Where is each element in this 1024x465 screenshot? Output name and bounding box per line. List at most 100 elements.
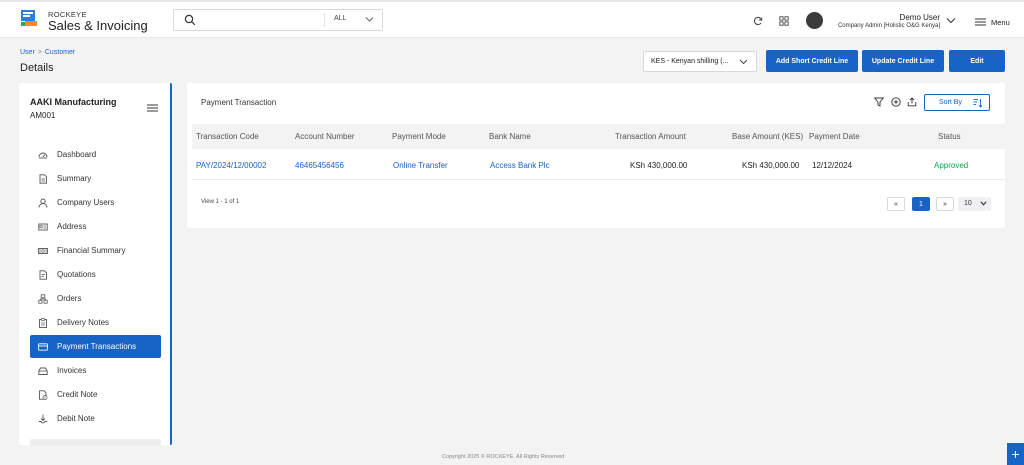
chevron-down-icon[interactable] <box>365 16 374 23</box>
payment-date: 12/12/2024 <box>812 161 853 170</box>
sidebar-item-label: Company Users <box>57 198 115 207</box>
sidebar-item-credit-note[interactable]: Credit Note <box>30 383 161 406</box>
page-title: Details <box>20 62 54 74</box>
chevron-down-icon[interactable] <box>946 17 956 24</box>
menu-button-label[interactable]: Menu <box>991 18 1010 27</box>
sort-by-button[interactable]: Sort By <box>924 94 990 111</box>
sidebar-item-label: Invoices <box>57 366 87 375</box>
sidebar-item-label: Quotations <box>57 270 96 279</box>
dashboard-icon <box>38 152 48 158</box>
credit-note-icon <box>39 389 48 400</box>
column-header[interactable]: Base Amount (KES) <box>732 132 803 141</box>
column-header[interactable]: Status <box>938 132 961 141</box>
card-title: Payment Transaction <box>201 98 277 107</box>
sidebar-item-label: Financial Summary <box>57 246 126 255</box>
document-icon <box>39 173 47 184</box>
debit-note-icon <box>38 414 48 423</box>
sidebar-item-delivery-notes[interactable]: Delivery Notes <box>30 311 161 334</box>
sidebar-item-dashboard[interactable]: Dashboard <box>30 143 161 166</box>
base-amount: KSh 430,000.00 <box>742 161 800 170</box>
edit-button[interactable]: Edit <box>949 50 1005 72</box>
payment-transaction-card: Payment Transaction Sort By Transaction … <box>187 83 1005 228</box>
sidebar-item-label: Delivery Notes <box>57 318 110 327</box>
bank-name-link[interactable]: Access Bank Plc <box>490 161 550 170</box>
sidebar-item-label: Summary <box>57 174 92 183</box>
sidebar-scroll-edge <box>30 439 161 445</box>
breadcrumb-separator: > <box>37 49 42 56</box>
status-badge: Approved <box>934 161 969 170</box>
search-divider <box>324 13 325 27</box>
column-header[interactable]: Transaction Code <box>196 132 259 141</box>
user-icon <box>38 198 48 208</box>
invoice-icon <box>38 367 48 375</box>
company-name: AAKI Manufacturing <box>30 97 117 107</box>
address-card-icon <box>38 223 48 230</box>
sidebar-item-orders[interactable]: Orders <box>30 287 161 310</box>
column-header[interactable]: Account Number <box>295 132 355 141</box>
footer-copyright: Copyright 2025 © ROCKEYE. All Rights Res… <box>442 454 565 460</box>
apps-grid-icon[interactable] <box>779 16 789 26</box>
column-header[interactable]: Bank Name <box>489 132 531 141</box>
search-filter-select[interactable]: ALL <box>334 15 346 22</box>
sidebar-item-payment-transactions[interactable]: Payment Transactions <box>30 335 161 358</box>
hamburger-icon[interactable] <box>975 18 986 26</box>
credit-card-icon <box>38 342 48 351</box>
company-code: AM001 <box>30 111 56 120</box>
user-name[interactable]: Demo User <box>900 13 940 22</box>
pagination-prev-button[interactable]: « <box>887 197 905 211</box>
column-header[interactable]: Transaction Amount <box>615 132 686 141</box>
sidebar-item-quotations[interactable]: Quotations <box>30 263 161 286</box>
sidebar-item-company-users[interactable]: Company Users <box>30 191 161 214</box>
floating-add-button[interactable]: + <box>1007 443 1024 465</box>
sidebar-item-summary[interactable]: Summary <box>30 167 161 190</box>
sidebar-item-label: Payment Transactions <box>57 342 137 351</box>
table-header: Transaction Code Account Number Payment … <box>192 124 1005 149</box>
sidebar-item-address[interactable]: Address <box>30 215 161 238</box>
search-input[interactable] <box>202 12 322 28</box>
sidebar-item-debit-note[interactable]: Debit Note <box>30 407 161 430</box>
refresh-icon[interactable] <box>753 16 763 26</box>
sidebar-toggle-icon[interactable] <box>147 104 158 112</box>
transaction-amount: KSh 430,000.00 <box>630 161 688 170</box>
sidebar-item-label: Address <box>57 222 87 231</box>
currency-select-value: KES - Kenyan shilling (... <box>651 58 729 65</box>
page-size-value: 10 <box>964 200 972 207</box>
transaction-code-link[interactable]: PAY/2024/12/00002 <box>196 161 266 170</box>
account-number-link[interactable]: 46465456456 <box>295 161 344 170</box>
sidebar-item-label: Debit Note <box>57 414 95 423</box>
avatar[interactable] <box>806 12 823 29</box>
column-header[interactable]: Payment Mode <box>392 132 446 141</box>
global-search[interactable]: ALL <box>173 9 383 31</box>
breadcrumb-item-user[interactable]: User <box>20 49 35 56</box>
sort-icon <box>973 99 983 108</box>
page-size-select[interactable]: 10 <box>958 197 991 211</box>
orders-icon <box>38 293 48 304</box>
export-icon[interactable] <box>907 97 917 107</box>
clipboard-icon <box>39 317 47 328</box>
chevron-down-icon <box>980 201 987 206</box>
row-divider <box>192 179 1005 180</box>
sidebar-item-label: Credit Note <box>57 390 98 399</box>
sidebar-item-label: Dashboard <box>57 150 97 159</box>
pagination-page-1[interactable]: 1 <box>912 197 930 211</box>
sort-by-label: Sort By <box>939 99 962 106</box>
sidebar-item-label: Orders <box>57 294 82 303</box>
currency-select[interactable]: KES - Kenyan shilling (... <box>643 51 757 72</box>
breadcrumb-item-customer[interactable]: Customer <box>45 49 75 56</box>
top-bar: ROCKEYE Sales & Invoicing ALL Demo User … <box>0 0 1024 38</box>
user-role: Company Admin [Holistic O&G Kenya] <box>837 23 940 29</box>
plus-circle-icon[interactable] <box>891 97 901 107</box>
pagination-next-button[interactable]: » <box>936 197 954 211</box>
sidebar-item-invoices[interactable]: Invoices <box>30 359 161 382</box>
view-count: View 1 - 1 of 1 <box>201 199 240 205</box>
update-credit-line-button[interactable]: Update Credit Line <box>862 50 944 72</box>
payment-mode-link[interactable]: Online Transfer <box>393 161 448 170</box>
column-header[interactable]: Payment Date <box>809 132 860 141</box>
sidebar-item-financial-summary[interactable]: Financial Summary <box>30 239 161 262</box>
money-icon <box>38 247 48 254</box>
chevron-down-icon <box>739 59 748 65</box>
app-title: Sales & Invoicing <box>48 18 148 33</box>
add-short-credit-line-button[interactable]: Add Short Credit Line <box>766 50 858 72</box>
search-icon <box>184 14 196 26</box>
filter-icon[interactable] <box>874 97 884 107</box>
